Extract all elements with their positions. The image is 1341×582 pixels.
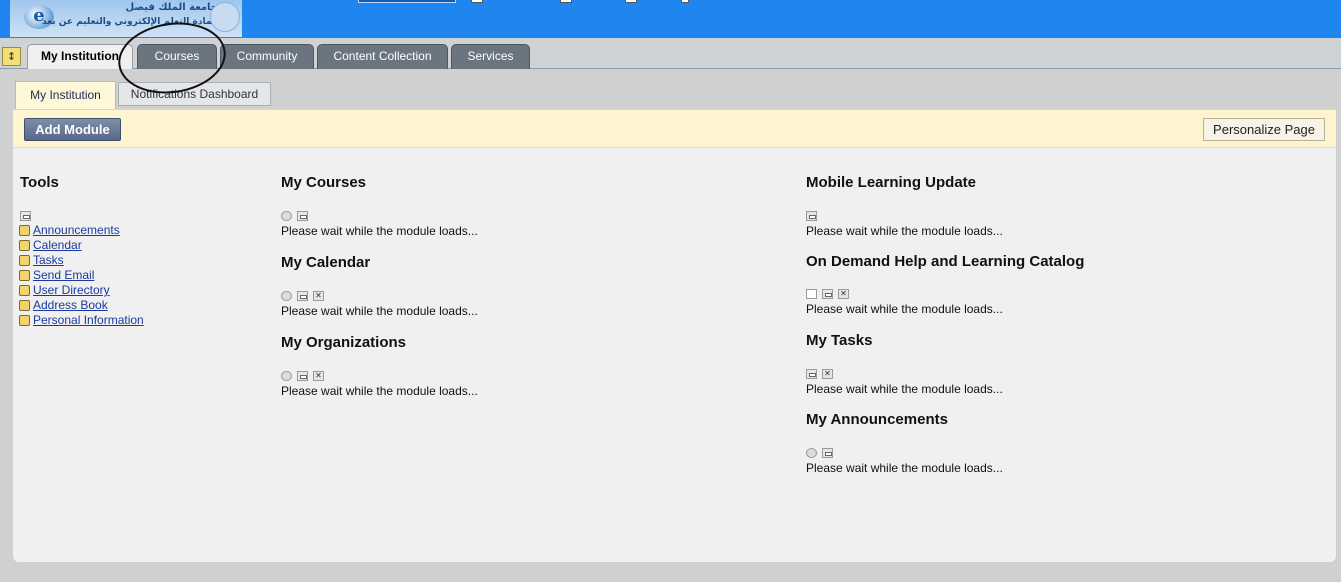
loading-message: Please wait while the module loads... — [806, 382, 1003, 396]
module-title: On Demand Help and Learning Catalog — [806, 253, 1085, 270]
logo-text-line1: جامعة الملك فيصل — [125, 2, 218, 13]
id-card-icon — [19, 315, 30, 326]
tool-link[interactable]: Tasks — [33, 253, 64, 267]
module-my-organizations: My Organizations ✕ Please wait while the… — [281, 334, 781, 404]
header-bar: e جامعة الملك فيصل عمادة التعلم الإلكترو… — [0, 0, 1341, 38]
close-icon[interactable]: ✕ — [313, 371, 324, 381]
header-tool-icon[interactable] — [625, 0, 637, 3]
loading-message: Please wait while the module loads... — [806, 224, 1003, 238]
module-title: My Calendar — [281, 254, 371, 271]
gear-icon[interactable] — [281, 371, 292, 381]
subtab-notifications-dashboard[interactable]: Notifications Dashboard — [118, 82, 271, 106]
header-tool-icon[interactable] — [560, 0, 572, 3]
personalize-page-button[interactable]: Personalize Page — [1203, 118, 1325, 141]
loading-message: Please wait while the module loads... — [281, 384, 478, 398]
module-title: My Courses — [281, 174, 367, 191]
module-my-tasks: My Tasks ✕ Please wait while the module … — [806, 332, 1306, 402]
sub-tab-bar: My Institution Notifications Dashboard — [13, 81, 1336, 110]
module-on-demand-help: On Demand Help and Learning Catalog ✕ Pl… — [806, 253, 1306, 323]
module-my-calendar: My Calendar ✕ Please wait while the modu… — [281, 254, 781, 324]
module-title: Tools — [20, 174, 59, 191]
close-icon[interactable]: ✕ — [838, 289, 849, 299]
window-icon[interactable] — [806, 289, 817, 299]
calendar-icon — [19, 240, 30, 251]
minimize-icon[interactable] — [20, 211, 31, 221]
close-icon[interactable]: ✕ — [822, 369, 833, 379]
clipboard-icon — [19, 255, 30, 266]
module-area: Tools Announcements Calendar Tasks Send … — [13, 148, 1336, 562]
search-user-icon — [19, 285, 30, 296]
tab-courses[interactable]: Courses — [137, 44, 217, 69]
logo-text-line2: عمادة التعلم الإلكتروني والتعليم عن بعد — [42, 17, 218, 27]
tab-community[interactable]: Community — [220, 44, 314, 69]
tool-link[interactable]: Address Book — [33, 298, 108, 312]
tool-link[interactable]: Calendar — [33, 238, 82, 252]
tool-link[interactable]: Announcements — [33, 223, 120, 237]
loading-message: Please wait while the module loads... — [281, 224, 478, 238]
tool-link[interactable]: User Directory — [33, 283, 110, 297]
loading-message: Please wait while the module loads... — [806, 461, 1003, 475]
module-title: My Announcements — [806, 411, 948, 428]
gear-icon[interactable] — [281, 291, 292, 301]
tool-link[interactable]: Send Email — [33, 268, 94, 282]
envelope-icon — [19, 270, 30, 281]
close-icon[interactable]: ✕ — [313, 291, 324, 301]
loading-message: Please wait while the module loads... — [281, 304, 478, 318]
module-title: My Tasks — [806, 332, 873, 349]
tab-services[interactable]: Services — [451, 44, 530, 69]
expand-collapse-icon[interactable]: ↕ — [2, 47, 21, 66]
megaphone-icon — [19, 225, 30, 236]
page-panel: My Institution Notifications Dashboard A… — [13, 69, 1336, 564]
module-my-courses: My Courses Please wait while the module … — [281, 174, 781, 244]
minimize-icon[interactable] — [822, 289, 833, 299]
header-search-field[interactable] — [358, 0, 456, 3]
university-logo[interactable]: e جامعة الملك فيصل عمادة التعلم الإلكترو… — [10, 0, 242, 37]
action-bar: Add Module Personalize Page — [13, 109, 1336, 148]
module-title: My Organizations — [281, 334, 407, 351]
subtab-my-institution[interactable]: My Institution — [15, 81, 116, 110]
main-tab-bar: ↕ My Institution Courses Community Conte… — [0, 38, 1341, 70]
module-title: Mobile Learning Update — [806, 174, 977, 191]
loading-message: Please wait while the module loads... — [806, 302, 1003, 316]
minimize-icon[interactable] — [822, 448, 833, 458]
minimize-icon[interactable] — [806, 211, 817, 221]
gear-icon[interactable] — [281, 211, 292, 221]
module-mobile-learning-update: Mobile Learning Update Please wait while… — [806, 174, 1306, 244]
add-module-button[interactable]: Add Module — [24, 118, 121, 141]
tab-my-institution[interactable]: My Institution — [27, 44, 133, 70]
tab-content-collection[interactable]: Content Collection — [317, 44, 448, 69]
gear-icon[interactable] — [806, 448, 817, 458]
minimize-icon[interactable] — [297, 211, 308, 221]
address-book-icon — [19, 300, 30, 311]
tool-link[interactable]: Personal Information — [33, 313, 144, 327]
minimize-icon[interactable] — [297, 371, 308, 381]
module-my-announcements: My Announcements Please wait while the m… — [806, 411, 1306, 481]
university-seal-icon — [210, 2, 240, 32]
header-tool-icon[interactable] — [471, 0, 483, 3]
minimize-icon[interactable] — [297, 291, 308, 301]
header-tool-icon[interactable] — [681, 0, 689, 3]
minimize-icon[interactable] — [806, 369, 817, 379]
